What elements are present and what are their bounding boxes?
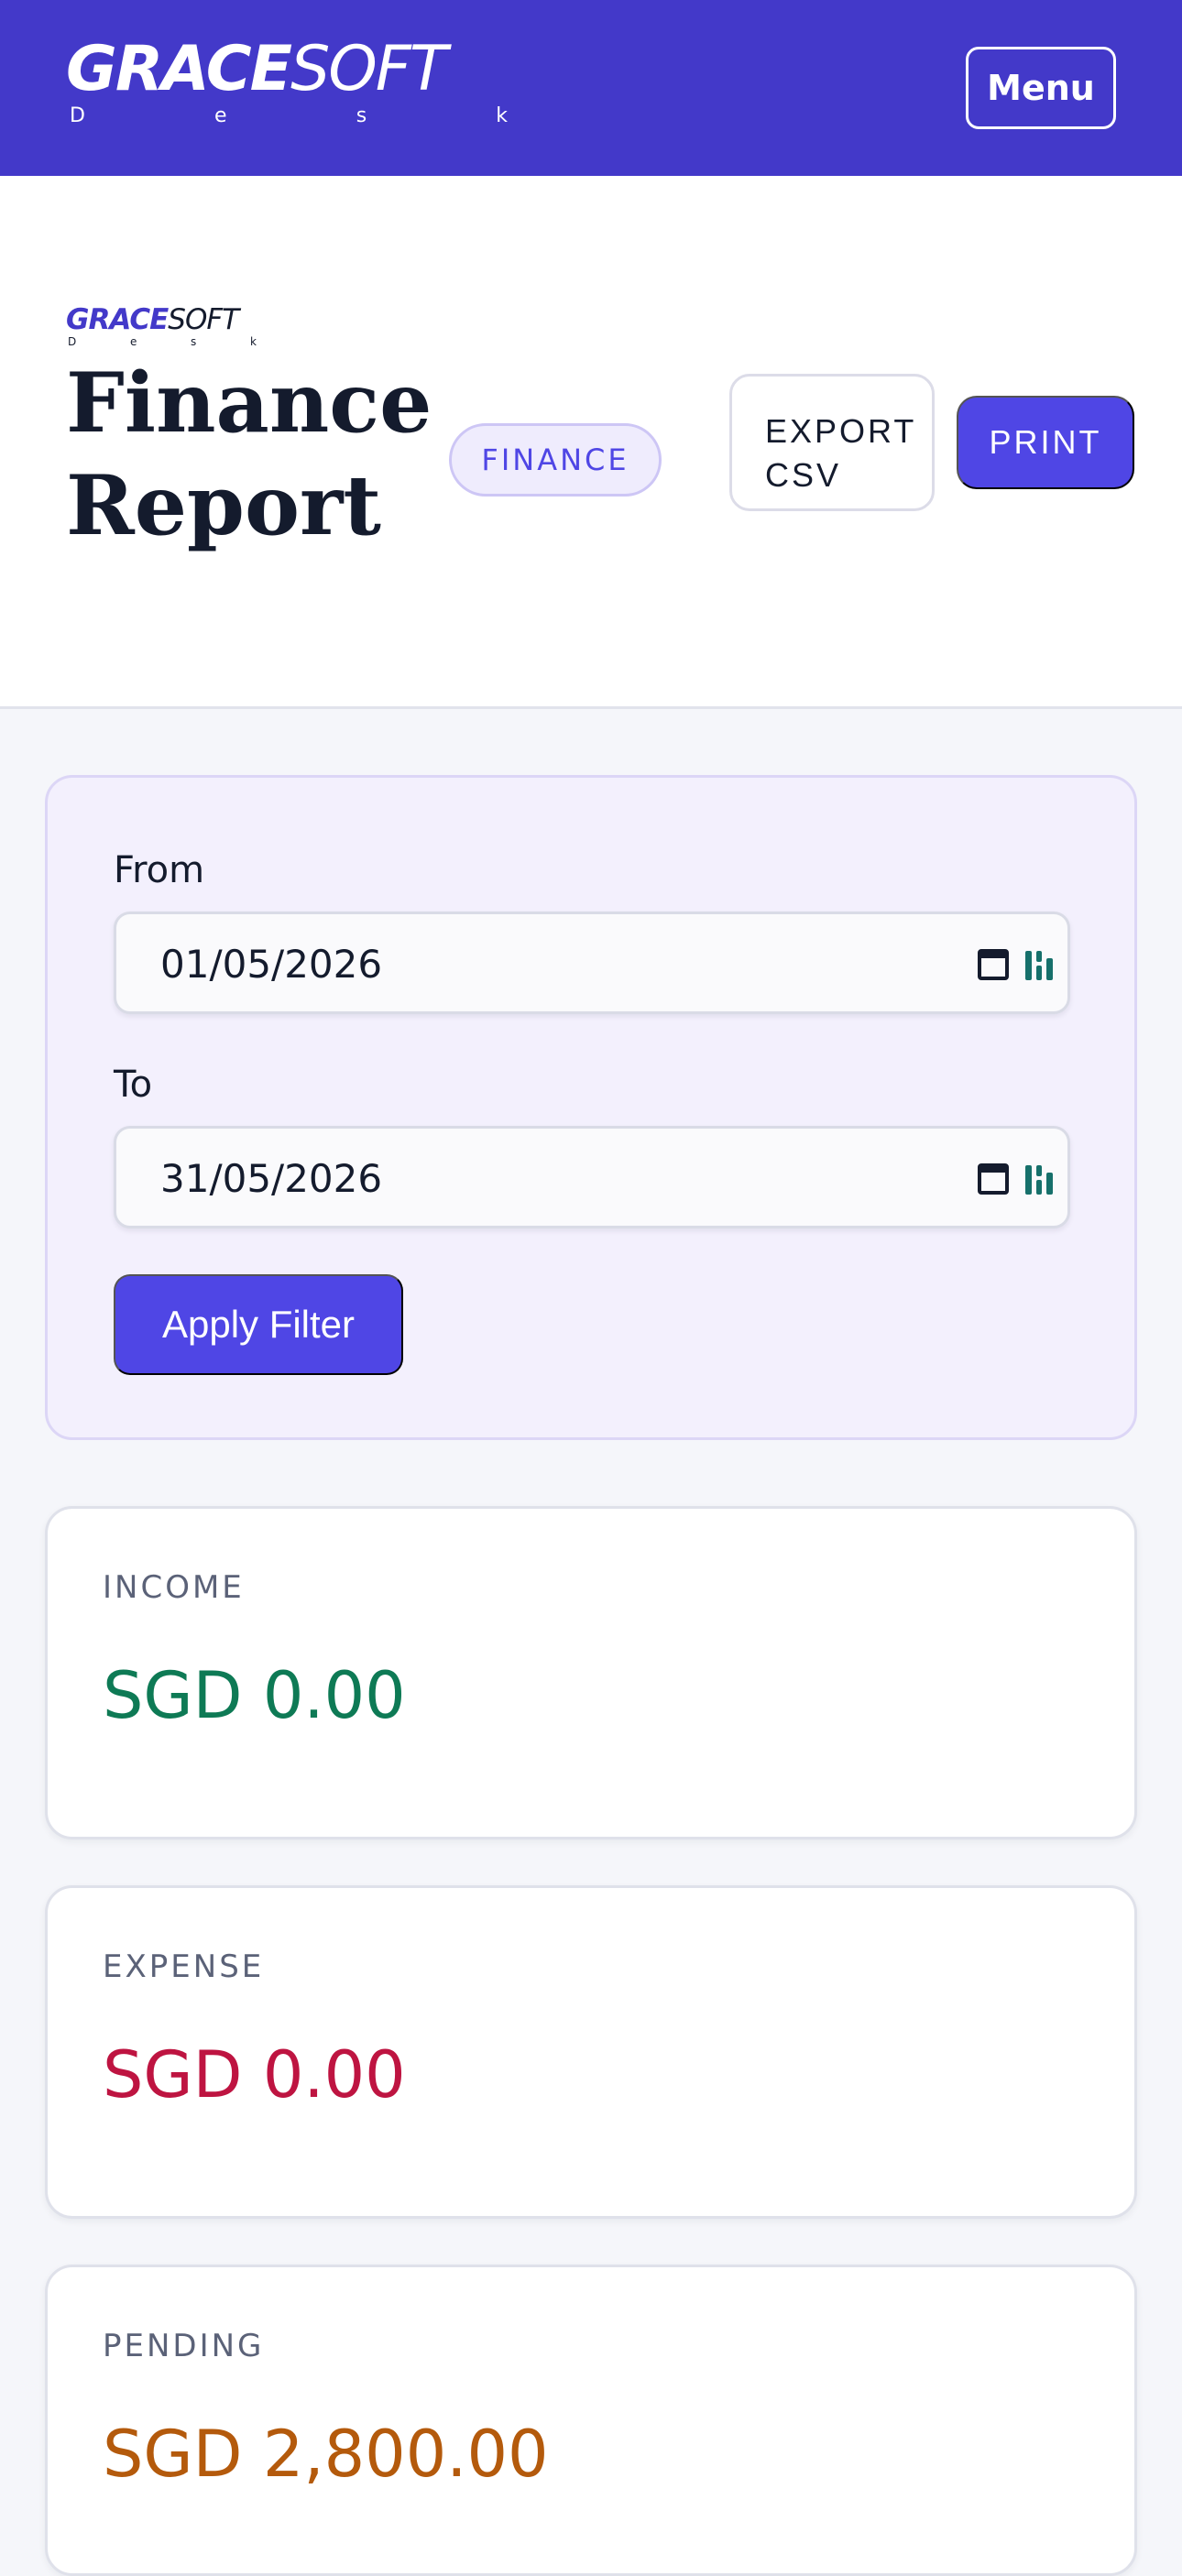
pending-label: PENDING (103, 2328, 265, 2364)
menu-button[interactable]: Menu (966, 47, 1116, 129)
page-title: Finance Report (66, 352, 432, 557)
header-brand-sub-letter: e (129, 335, 137, 348)
page-title-line-2: Report (66, 457, 382, 554)
pending-card: PENDING SGD 2,800.00 (45, 2265, 1137, 2576)
expense-card: EXPENSE SGD 0.00 (45, 1885, 1137, 2219)
page-header: GRACESOFT D e s k Finance Report FINANCE… (0, 176, 1182, 709)
brand-logo[interactable]: GRACESOFT D e s k (66, 35, 511, 128)
pending-value: SGD 2,800.00 (103, 2417, 549, 2492)
export-button-label-line-2: CSV (765, 456, 842, 494)
calendar-icon[interactable] (978, 949, 1009, 980)
to-date-value: 31/05/2026 (160, 1156, 383, 1201)
header-brand-bold-text: GRACE (66, 303, 169, 336)
print-button[interactable]: PRINT (957, 396, 1134, 489)
top-navigation-bar: GRACESOFT D e s k Menu (0, 0, 1182, 176)
from-date-value: 01/05/2026 (160, 942, 383, 987)
header-brand-sub-letter: k (250, 335, 257, 348)
apply-filter-button[interactable]: Apply Filter (114, 1274, 403, 1375)
expense-label: EXPENSE (103, 1948, 265, 1985)
export-button-label-line-1: EXPORT (765, 412, 917, 450)
page-title-line-1: Finance (66, 355, 432, 452)
from-date-input[interactable]: 01/05/2026 (114, 911, 1070, 1014)
header-brand-sub-letter: D (68, 335, 77, 348)
to-label: To (114, 1064, 153, 1106)
brand-sub-letter: D (70, 104, 85, 127)
extension-icon[interactable] (1023, 947, 1056, 984)
header-brand-subtitle: D e s k (66, 335, 258, 348)
date-filter-card: From 01/05/2026 To 31/05/2026 Apply Filt… (45, 775, 1137, 1440)
expense-value: SGD 0.00 (103, 2037, 406, 2112)
brand-bold-text: GRACE (66, 33, 292, 105)
header-brand-wordmark: GRACESOFT (66, 304, 258, 335)
income-value: SGD 0.00 (103, 1658, 406, 1733)
brand-sub-letter: e (214, 104, 227, 127)
brand-wordmark: GRACESOFT (66, 35, 511, 104)
income-card: INCOME SGD 0.00 (45, 1506, 1137, 1839)
header-brand-logo: GRACESOFT D e s k (66, 304, 258, 348)
extension-icon[interactable] (1023, 1162, 1056, 1198)
calendar-icon[interactable] (978, 1163, 1009, 1195)
brand-sub-letter: s (356, 104, 367, 127)
header-brand-sub-letter: s (191, 335, 197, 348)
export-csv-button[interactable]: EXPORT CSV (729, 374, 935, 511)
income-label: INCOME (103, 1569, 245, 1606)
brand-sub-letter: k (496, 104, 508, 127)
to-date-input[interactable]: 31/05/2026 (114, 1126, 1070, 1228)
brand-light-text: SOFT (290, 33, 447, 105)
section-badge: FINANCE (449, 423, 662, 497)
header-brand-light-text: SOFT (168, 303, 239, 336)
brand-subtitle: D e s k (66, 104, 511, 128)
from-label: From (114, 849, 205, 891)
